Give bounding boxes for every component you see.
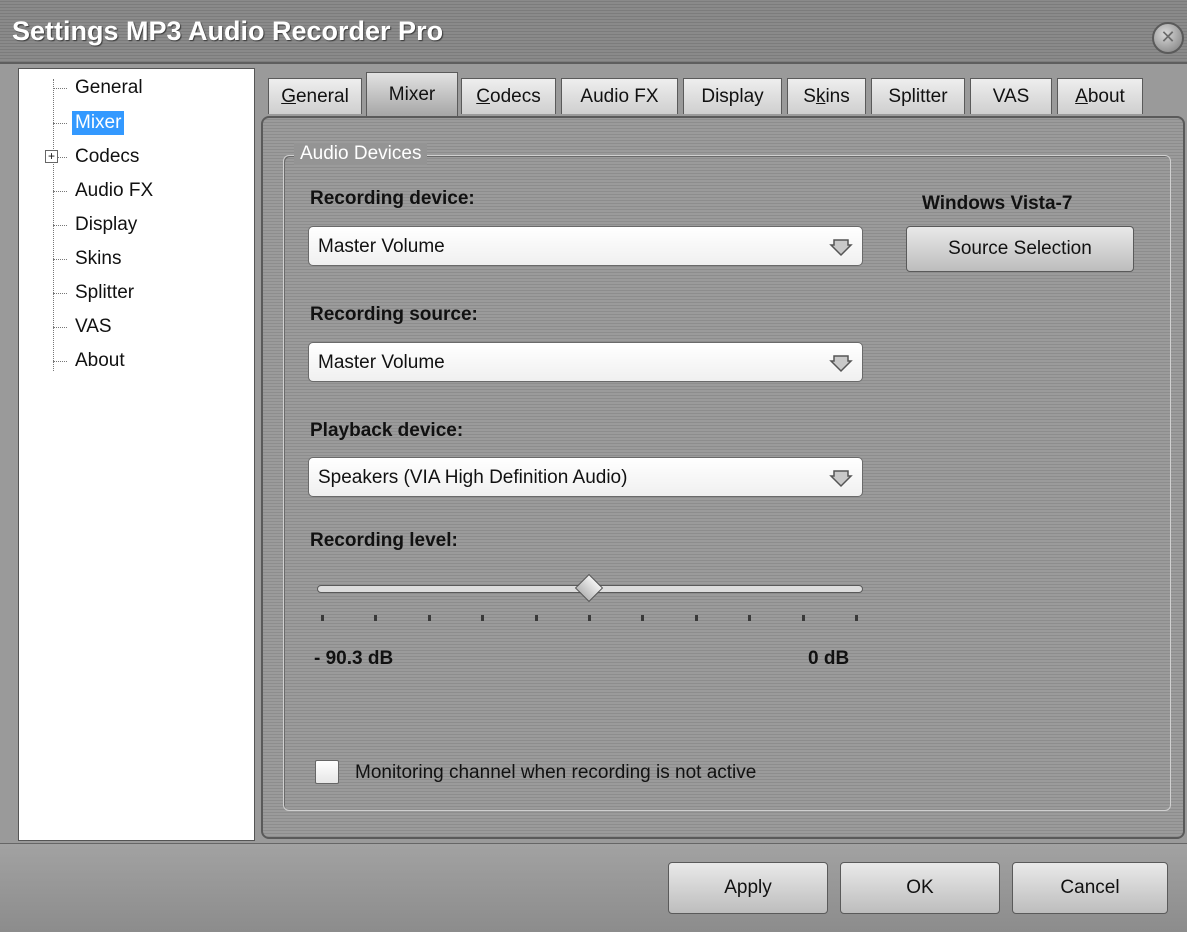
close-icon[interactable]: ✕ [1152,22,1184,54]
playback-device-select[interactable]: Speakers (VIA High Definition Audio) [308,457,863,497]
button-bar [0,843,1187,932]
tree-item-codecs[interactable]: + Codecs [45,144,142,170]
tree-item-general[interactable]: General [53,75,146,101]
tree-item-vas[interactable]: VAS [53,314,115,340]
playback-device-label: Playback device: [310,420,464,441]
recording-device-label: Recording device: [310,188,475,209]
tree-item-about[interactable]: About [53,348,128,374]
level-max-label: 0 dB [808,648,850,669]
tree-item-label: About [75,350,125,371]
tree-item-label: Mixer [72,111,125,135]
playback-device-value: Speakers (VIA High Definition Audio) [318,467,628,488]
slider-tick [481,615,484,621]
settings-window: Settings MP3 Audio Recorder Pro ✕ Genera… [0,0,1187,932]
slider-tick [641,615,644,621]
ok-button[interactable]: OK [840,862,1000,914]
monitoring-checkbox-label: Monitoring channel when recording is not… [355,762,757,783]
tree-item-label: Display [75,214,138,235]
tree-item-label: Skins [75,248,122,269]
tab-display[interactable]: Display [683,78,782,114]
slider-tick [802,615,805,621]
tab-vas[interactable]: VAS [970,78,1052,114]
tree-item-audio-fx[interactable]: Audio FX [53,178,156,204]
tab-general[interactable]: General [268,78,362,114]
plus-icon[interactable]: + [45,150,58,163]
slider-tick [588,615,591,621]
slider-tick [695,615,698,621]
tab-audio-fx[interactable]: Audio FX [561,78,678,114]
recording-device-value: Master Volume [318,236,445,257]
slider-tick [321,615,324,621]
slider-tick [374,615,377,621]
recording-source-select[interactable]: Master Volume [308,342,863,382]
tree-item-display[interactable]: Display [53,212,140,238]
tree-item-skins[interactable]: Skins [53,246,124,272]
window-title: Settings MP3 Audio Recorder Pro [12,16,444,46]
tree-item-label: VAS [75,316,112,337]
os-label: Windows Vista-7 [922,193,1073,214]
recording-device-select[interactable]: Master Volume [308,226,863,266]
tab-codecs[interactable]: Codecs [461,78,556,114]
tree-item-label: Codecs [75,146,140,167]
tree-item-splitter[interactable]: Splitter [53,280,137,306]
apply-button[interactable]: Apply [668,862,828,914]
settings-tree: General Mixer + Codecs Audio FX Display … [18,68,255,841]
tab-splitter[interactable]: Splitter [871,78,965,114]
title-bar[interactable]: Settings MP3 Audio Recorder Pro ✕ [0,0,1187,64]
chevron-down-icon [829,470,853,488]
chevron-down-icon [829,239,853,257]
level-min-label: - 90.3 dB [314,648,394,669]
tab-mixer[interactable]: Mixer [366,72,458,116]
chevron-down-icon [829,355,853,373]
slider-tick [748,615,751,621]
tab-about[interactable]: About [1057,78,1143,114]
recording-source-label: Recording source: [310,304,478,325]
slider-tick [428,615,431,621]
group-title: Audio Devices [294,143,428,165]
monitoring-checkbox[interactable] [315,760,339,784]
slider-tick [855,615,858,621]
tree-item-label: General [75,77,143,98]
tree-item-label: Splitter [75,282,135,303]
recording-source-value: Master Volume [318,352,445,373]
tab-skins[interactable]: Sk ins [787,78,866,114]
recording-level-label: Recording level: [310,530,458,551]
source-selection-button[interactable]: Source Selection [906,226,1134,272]
tree-item-mixer[interactable]: Mixer [53,110,125,136]
cancel-button[interactable]: Cancel [1012,862,1168,914]
tree-item-label: Audio FX [75,180,154,201]
slider-tick [535,615,538,621]
